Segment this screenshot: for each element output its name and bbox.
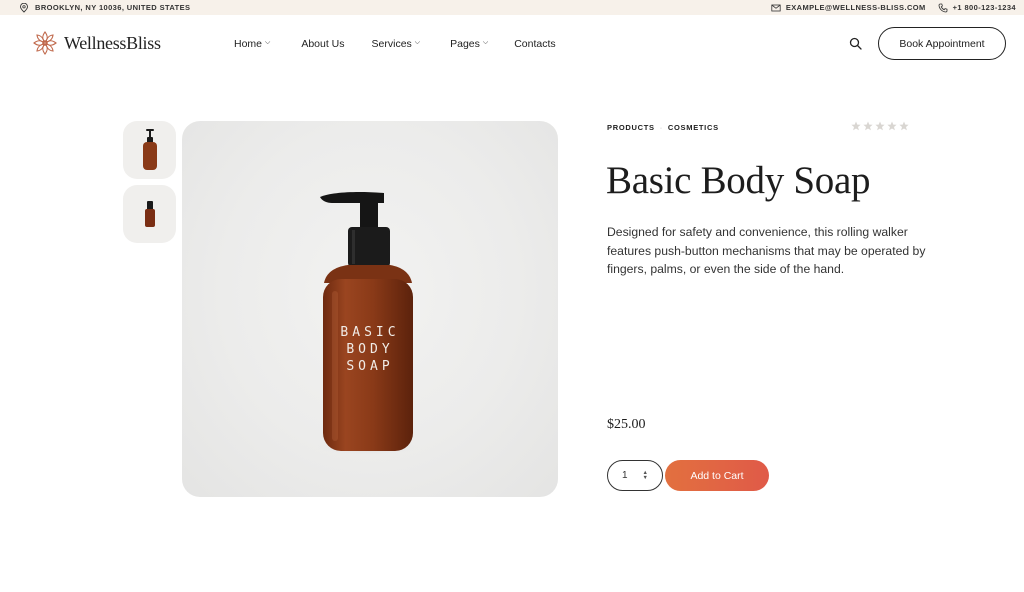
star-icon xyxy=(863,121,873,131)
location-info: BROOKLYN, NY 10036, UNITED STATES xyxy=(19,0,190,15)
phone-icon xyxy=(938,3,948,12)
main-nav: Home ⌵ About Us Services ⌵ Pages ⌵ Conta… xyxy=(234,36,556,52)
nav-label: About Us xyxy=(301,38,345,50)
bottle-label-line-3: SOAP xyxy=(346,359,393,374)
product-thumbnail-2[interactable] xyxy=(123,185,176,243)
nav-contacts[interactable]: Contacts xyxy=(514,36,555,52)
product-description: Designed for safety and convenience, thi… xyxy=(607,225,926,277)
add-to-cart-button[interactable]: Add to Cart xyxy=(665,460,769,491)
nav-home[interactable]: Home ⌵ xyxy=(234,36,270,52)
breadcrumb-products[interactable]: PRODUCTS xyxy=(607,123,655,132)
phone-text[interactable]: +1 800-123-1234 xyxy=(953,3,1016,12)
chevron-down-icon: ⌵ xyxy=(482,39,489,46)
chevron-down-icon: ⌵ xyxy=(414,39,421,46)
bottle-label-line-2: BODY xyxy=(346,342,393,357)
star-icon xyxy=(887,121,897,131)
nav-label: Home xyxy=(234,38,263,50)
quantity-value[interactable]: 1 xyxy=(622,470,628,481)
logo-text: WellnessBliss xyxy=(64,32,161,53)
lotus-logo-icon xyxy=(33,31,57,55)
email-info[interactable]: EXAMPLE@WELLNESS-BLISS.COM xyxy=(771,3,926,13)
quantity-stepper[interactable]: 1 ▲ ▼ xyxy=(607,460,663,491)
nav-label: Contacts xyxy=(514,38,556,50)
location-pin-icon xyxy=(20,2,28,13)
top-info-bar: BROOKLYN, NY 10036, UNITED STATES EXAMPL… xyxy=(0,0,1024,15)
book-appointment-button[interactable]: Book Appointment xyxy=(878,27,1006,60)
soap-bottle-thumbnail-image xyxy=(142,129,157,170)
email-text[interactable]: EXAMPLE@WELLNESS-BLISS.COM xyxy=(786,3,926,12)
product-thumbnail-1[interactable] xyxy=(123,121,176,179)
soap-bottle-image: BASIC BODY SOAP xyxy=(316,192,420,455)
bottle-label-line-1: BASIC xyxy=(340,325,399,340)
phone-info[interactable]: +1 800-123-1234 xyxy=(938,3,1016,13)
logo[interactable]: WellnessBliss xyxy=(31,29,161,57)
product-main-image[interactable]: BASIC BODY SOAP xyxy=(182,121,558,497)
nav-about-us[interactable]: About Us xyxy=(301,36,344,52)
rating-stars xyxy=(851,121,909,131)
mail-icon xyxy=(771,4,781,11)
chevron-down-icon: ⌵ xyxy=(265,39,271,46)
breadcrumb-separator: · xyxy=(659,123,663,132)
breadcrumb-cosmetics[interactable]: COSMETICS xyxy=(668,123,719,132)
nav-pages[interactable]: Pages ⌵ xyxy=(450,36,488,52)
star-icon xyxy=(875,121,885,131)
dropper-bottle-thumbnail-image xyxy=(144,201,155,227)
stepper-arrows-icon[interactable]: ▲ ▼ xyxy=(643,470,648,481)
nav-label: Pages xyxy=(450,38,480,50)
search-icon[interactable] xyxy=(849,37,862,50)
star-icon xyxy=(851,121,861,131)
product-title: Basic Body Soap xyxy=(606,159,871,202)
star-icon xyxy=(899,121,909,131)
product-price: $25.00 xyxy=(607,417,646,432)
nav-services[interactable]: Services ⌵ xyxy=(372,36,421,52)
location-text: BROOKLYN, NY 10036, UNITED STATES xyxy=(35,3,191,12)
nav-label: Services xyxy=(371,38,412,50)
breadcrumb: PRODUCTS · COSMETICS xyxy=(607,123,719,132)
